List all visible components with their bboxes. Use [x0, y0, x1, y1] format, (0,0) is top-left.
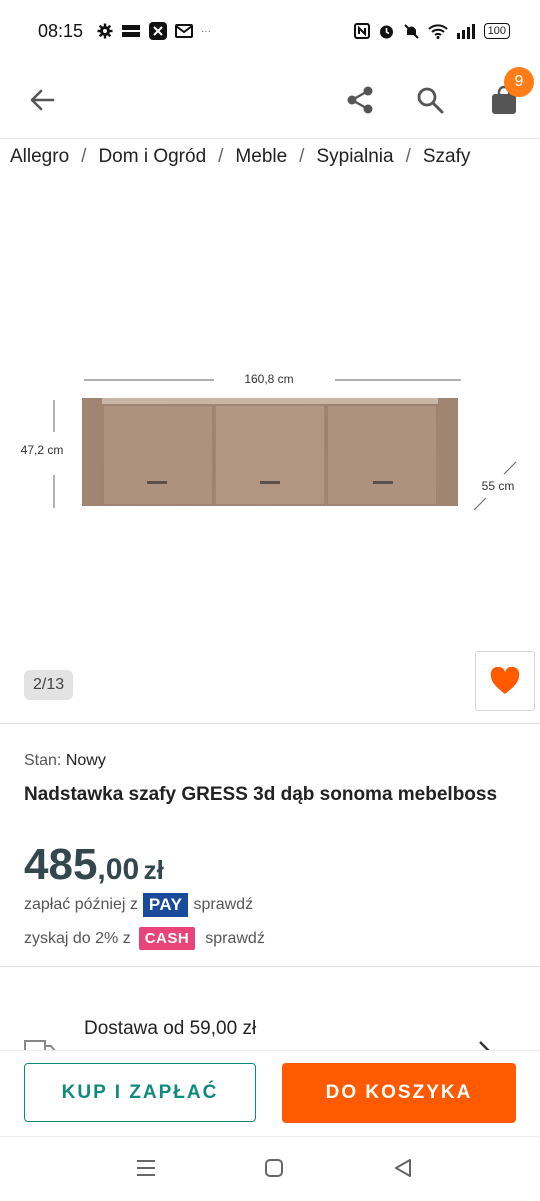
wifi-icon — [427, 24, 448, 39]
cart-count-badge: 9 — [504, 67, 534, 97]
breadcrumb-item[interactable]: Sypialnia — [316, 146, 393, 167]
price: 485,00 zł — [24, 840, 164, 890]
pay-later-text: zapłać później z — [24, 896, 138, 913]
bottom-action-bar: KUP I ZAPŁAĆ DO KOSZYKA — [0, 1050, 540, 1137]
condition-label: Stan: — [24, 752, 62, 769]
mail-icon — [175, 24, 193, 38]
status-time: 08:15 — [38, 21, 84, 41]
height-dimension-label: 47,2 cm — [21, 443, 64, 457]
breadcrumb-separator: / — [218, 146, 224, 167]
price-decimal: ,00 — [97, 853, 140, 886]
cashback-text: zyskaj do 2% z — [24, 929, 131, 947]
price-integer: 485 — [24, 840, 98, 889]
pay-later-row: zapłać później z PAY sprawdź — [24, 893, 253, 917]
signal-icon — [456, 24, 475, 39]
price-currency: zł — [143, 855, 164, 885]
system-icons: 100 — [353, 20, 510, 42]
heart-icon — [490, 667, 520, 694]
breadcrumb-item[interactable]: Allegro — [10, 146, 69, 167]
delivery-row[interactable]: Dostawa od 59,00 zł — [0, 1000, 540, 1050]
arrow-back-icon — [30, 89, 55, 111]
back-nav-icon[interactable] — [393, 1158, 413, 1178]
add-to-cart-button[interactable]: DO KOSZYKA — [282, 1063, 516, 1123]
section-divider — [0, 966, 540, 967]
product-title: Nadstawka szafy GRESS 3d dąb sonoma mebe… — [24, 784, 498, 805]
recent-apps-icon[interactable] — [135, 1158, 157, 1178]
app-bar — [0, 62, 540, 139]
delivery-text: Dostawa od 59,00 zł — [84, 1018, 257, 1039]
home-icon[interactable] — [264, 1158, 284, 1178]
breadcrumb: Allegro / Dom i Ogród / Meble / Sypialnia / Szaf… — [10, 146, 540, 172]
cash-check-link[interactable]: sprawdź — [205, 930, 265, 948]
temu-app-icon — [122, 25, 140, 37]
breadcrumb-item[interactable]: Szafy — [423, 146, 471, 167]
nfc-icon — [353, 23, 370, 39]
section-divider — [0, 723, 540, 724]
search-icon — [417, 87, 444, 114]
condition: Stan: Nowy — [24, 752, 106, 770]
buy-now-button[interactable]: KUP I ZAPŁAĆ — [24, 1063, 256, 1122]
cash-badge: CASH — [138, 927, 196, 950]
gear-icon — [97, 23, 113, 39]
pay-check-link[interactable]: sprawdź — [193, 896, 253, 914]
mute-bell-icon — [403, 23, 419, 39]
width-dimension-label: 160,8 cm — [244, 372, 293, 386]
status-bar: 08:15 ··· 100 — [0, 0, 540, 62]
favorite-button[interactable] — [475, 651, 535, 711]
delivery-truck-icon — [24, 1040, 56, 1050]
image-counter: 2/13 — [24, 670, 74, 700]
breadcrumb-separator: / — [405, 146, 411, 167]
share-button[interactable] — [340, 80, 380, 120]
breadcrumb-item[interactable]: Meble — [235, 146, 287, 167]
pay-badge: PAY — [142, 893, 189, 917]
chevron-right-icon — [479, 1041, 490, 1050]
cashback-row: zyskaj do 2% z CASH sprawdź — [24, 927, 265, 950]
alarm-icon — [379, 25, 393, 38]
depth-dimension-label: 55 cm — [482, 479, 515, 493]
breadcrumb-item[interactable]: Dom i Ogród — [98, 146, 206, 167]
back-button[interactable] — [22, 80, 62, 120]
notification-icons: ··· — [97, 20, 211, 42]
breadcrumb-separator: / — [299, 146, 305, 167]
more-notifications-icon: ··· — [201, 25, 211, 37]
condition-value: Nowy — [65, 752, 106, 769]
share-icon — [347, 86, 373, 114]
breadcrumb-separator: / — [81, 146, 87, 167]
battery-indicator: 100 — [483, 23, 510, 39]
search-button[interactable] — [410, 80, 450, 120]
product-image[interactable]: 160,8 cm 47,2 cm 55 cm — [0, 340, 540, 560]
app-notification-icon — [149, 22, 167, 40]
system-navigation-bar — [0, 1136, 540, 1201]
